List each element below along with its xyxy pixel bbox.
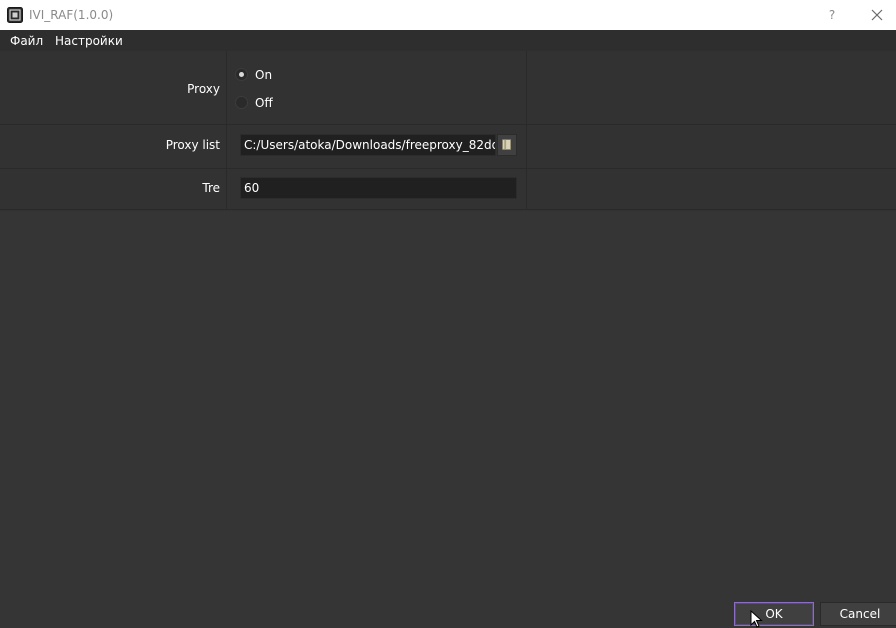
app-icon	[7, 7, 23, 23]
help-button[interactable]: ?	[824, 4, 840, 26]
column-divider	[526, 51, 527, 210]
cancel-button[interactable]: Cancel	[820, 602, 896, 626]
close-icon[interactable]	[866, 5, 888, 25]
proxy-off-label[interactable]: Off	[255, 96, 273, 110]
column-divider	[226, 51, 227, 210]
folder-icon	[502, 139, 511, 150]
proxy-on-radio[interactable]	[235, 68, 248, 81]
menu-settings[interactable]: Настройки	[55, 33, 123, 49]
mouse-cursor-icon	[750, 610, 763, 628]
window-title: IVI_RAF(1.0.0)	[29, 8, 114, 22]
ok-button[interactable]: OK	[734, 602, 814, 626]
proxy-label: Proxy	[187, 82, 220, 96]
proxy-off-radio[interactable]	[235, 96, 248, 109]
tre-label: Tre	[202, 181, 220, 195]
proxy-list-label: Proxy list	[165, 138, 220, 152]
row-divider	[0, 124, 896, 125]
proxy-on-label[interactable]: On	[255, 68, 272, 82]
row-divider	[0, 168, 896, 169]
row-divider	[0, 209, 896, 210]
browse-button[interactable]	[497, 134, 517, 156]
menu-bar: Файл Настройки	[0, 30, 896, 51]
tre-input[interactable]: 60	[240, 177, 517, 199]
proxy-list-input[interactable]: C:/Users/atoka/Downloads/freeproxy_82dd3	[240, 134, 496, 156]
title-bar: IVI_RAF(1.0.0) ?	[0, 0, 896, 30]
menu-file[interactable]: Файл	[10, 33, 43, 49]
